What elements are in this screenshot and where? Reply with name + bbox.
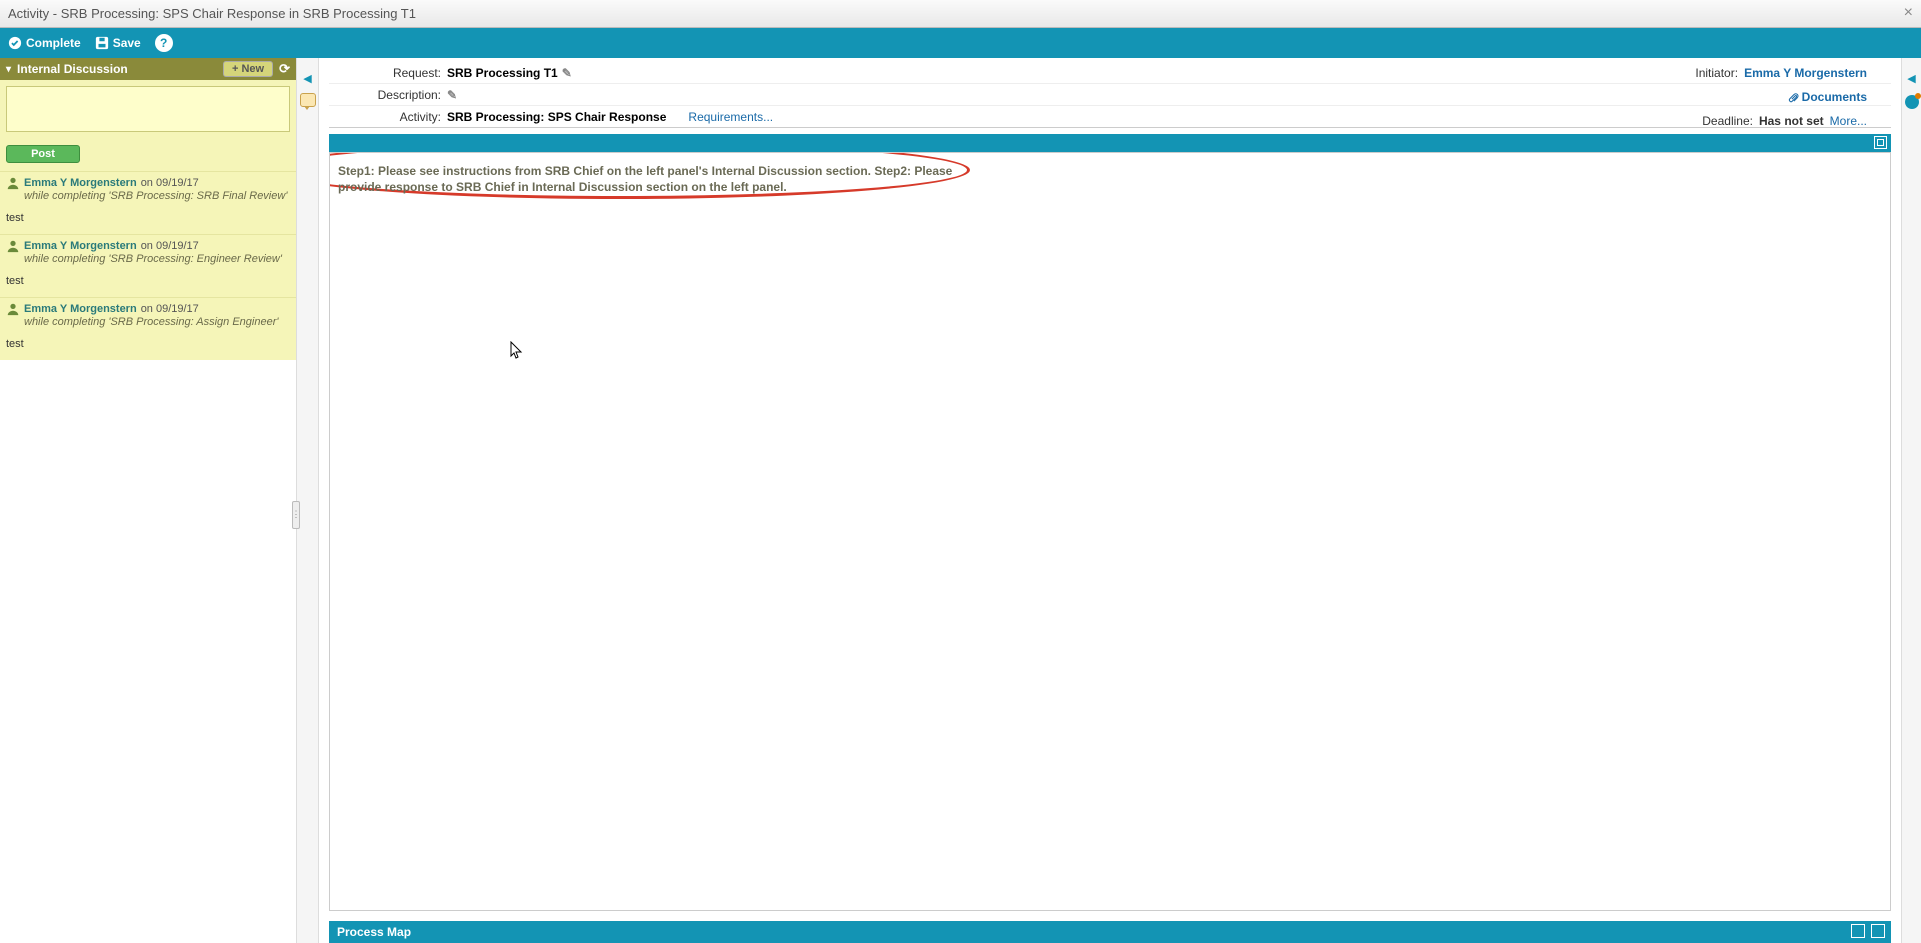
user-avatar-icon <box>6 176 20 190</box>
action-toolbar: Complete Save ? <box>0 28 1921 58</box>
discussion-bubble-icon[interactable] <box>300 93 316 107</box>
post-item: Emma Y Morgenstern on 09/19/17 while com… <box>0 171 296 234</box>
discussion-panel: ▾ Internal Discussion + New ⟳ Post Emma … <box>0 58 297 943</box>
window-title-bar: Activity - SRB Processing: SPS Chair Res… <box>0 0 1921 28</box>
new-discussion-button[interactable]: + New <box>223 61 273 77</box>
help-button[interactable]: ? <box>155 34 173 52</box>
documents-row: Documents <box>1787 86 1867 108</box>
post-context: while completing 'SRB Processing: Assign… <box>24 316 290 328</box>
save-button[interactable]: Save <box>95 36 141 50</box>
main-layout: ▾ Internal Discussion + New ⟳ Post Emma … <box>0 58 1921 943</box>
paperclip-icon <box>1787 91 1800 104</box>
checkmark-circle-icon <box>8 36 22 50</box>
compose-area <box>0 80 296 141</box>
requirements-link[interactable]: Requirements... <box>688 110 773 124</box>
post-date: on 09/19/17 <box>141 177 199 189</box>
post-context: while completing 'SRB Processing: SRB Fi… <box>24 190 290 202</box>
info-row-request: Request: SRB Processing T1 ✎ <box>329 62 1891 84</box>
activity-label: Activity: <box>329 110 447 124</box>
post-author[interactable]: Emma Y Morgenstern <box>24 303 137 315</box>
user-avatar-icon <box>6 302 20 316</box>
initiator-label: Initiator: <box>1695 66 1738 80</box>
user-avatar-icon <box>6 239 20 253</box>
complete-button[interactable]: Complete <box>8 36 81 50</box>
posts-list: Emma Y Morgenstern on 09/19/17 while com… <box>0 171 296 943</box>
post-date: on 09/19/17 <box>141 240 199 252</box>
window-title: Activity - SRB Processing: SPS Chair Res… <box>8 6 416 21</box>
collapse-right-icon[interactable]: ◀ <box>1907 72 1915 85</box>
refresh-icon[interactable]: ⟳ <box>279 61 290 77</box>
discussion-header[interactable]: ▾ Internal Discussion + New ⟳ <box>0 58 296 80</box>
collapse-left-icon[interactable]: ◀ <box>303 72 311 85</box>
request-value: SRB Processing T1 <box>447 66 558 80</box>
main-content-panel: Request: SRB Processing T1 ✎ Description… <box>319 58 1901 943</box>
info-grid: Request: SRB Processing T1 ✎ Description… <box>319 58 1901 128</box>
instruction-text: Step1: Please see instructions from SRB … <box>338 163 978 195</box>
process-map-header[interactable]: Process Map <box>329 921 1891 943</box>
process-map-wrap: Process Map <box>319 911 1901 943</box>
content-box-wrap: Step1: Please see instructions from SRB … <box>319 128 1901 911</box>
initiator-link[interactable]: Emma Y Morgenstern <box>1744 66 1867 80</box>
mouse-cursor-icon <box>510 341 524 359</box>
maximize-icon[interactable] <box>1871 924 1885 938</box>
panel-resize-handle[interactable]: ⋮ <box>292 501 300 529</box>
edit-description-icon[interactable]: ✎ <box>447 88 457 102</box>
deadline-row: Deadline: Has not set More... <box>1702 110 1867 132</box>
deadline-label: Deadline: <box>1702 114 1753 128</box>
info-row-description: Description: ✎ <box>329 84 1891 106</box>
save-label: Save <box>113 36 141 50</box>
post-body: test <box>6 275 290 287</box>
activity-value: SRB Processing: SPS Chair Response <box>447 110 666 124</box>
collapse-chevron-icon[interactable]: ▾ <box>6 64 11 75</box>
post-author[interactable]: Emma Y Morgenstern <box>24 240 137 252</box>
post-date: on 09/19/17 <box>141 303 199 315</box>
post-context: while completing 'SRB Processing: Engine… <box>24 253 290 265</box>
process-map-title: Process Map <box>337 925 411 939</box>
minimize-icon[interactable] <box>1851 924 1865 938</box>
left-collapse-strip: ◀ <box>297 58 319 943</box>
discussion-title: Internal Discussion <box>17 62 128 76</box>
post-author[interactable]: Emma Y Morgenstern <box>24 177 137 189</box>
post-button-row: Post <box>0 141 296 171</box>
post-button[interactable]: Post <box>6 145 80 163</box>
close-icon[interactable]: × <box>1904 4 1913 22</box>
expand-content-icon[interactable] <box>1874 136 1887 149</box>
initiator-row: Initiator: Emma Y Morgenstern <box>1695 62 1867 84</box>
info-right-block: Initiator: Emma Y Morgenstern Documents … <box>1695 62 1867 132</box>
post-body: test <box>6 212 290 224</box>
info-row-activity: Activity: SRB Processing: SPS Chair Resp… <box>329 106 1891 128</box>
post-item: Emma Y Morgenstern on 09/19/17 while com… <box>0 297 296 360</box>
post-body: test <box>6 338 290 350</box>
complete-label: Complete <box>26 36 81 50</box>
compose-textarea[interactable] <box>6 86 290 132</box>
right-collapse-strip: ◀ <box>1901 58 1921 943</box>
save-icon <box>95 36 109 50</box>
request-label: Request: <box>329 66 447 80</box>
info-bulb-icon[interactable] <box>1905 95 1919 109</box>
documents-link[interactable]: Documents <box>1787 90 1867 104</box>
description-label: Description: <box>329 88 447 102</box>
deadline-more-link[interactable]: More... <box>1830 114 1867 128</box>
deadline-value: Has not set <box>1759 114 1824 128</box>
edit-request-icon[interactable]: ✎ <box>562 66 572 80</box>
post-item: Emma Y Morgenstern on 09/19/17 while com… <box>0 234 296 297</box>
process-map-icons <box>1851 924 1885 938</box>
content-body: Step1: Please see instructions from SRB … <box>329 152 1891 911</box>
content-section-header <box>329 134 1891 152</box>
